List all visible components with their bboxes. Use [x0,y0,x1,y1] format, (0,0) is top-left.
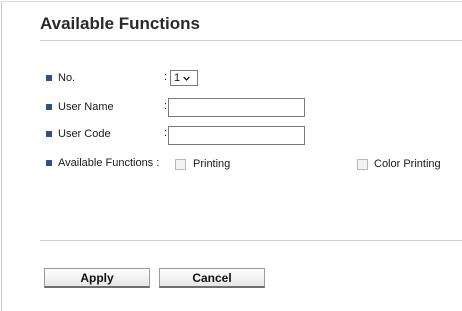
form-panel: Available Functions No. : 1 User Name : … [1,1,462,311]
user-code-row: User Code [46,124,111,144]
cancel-button[interactable]: Cancel [159,268,265,288]
page-title: Available Functions [40,14,200,33]
printing-checkbox[interactable] [175,159,186,170]
user-name-input[interactable] [168,98,305,117]
printing-label: Printing [193,158,231,170]
available-functions-label: Available Functions : [58,157,160,169]
no-colon: : [164,71,168,83]
color-printing-label: Color Printing [374,158,441,170]
chevron-down-icon [183,76,190,81]
bullet-icon [46,131,52,137]
no-label: No. [58,72,76,84]
bullet-icon [46,75,52,81]
no-select-value: 1 [174,72,181,84]
user-code-input[interactable] [168,126,305,145]
user-name-colon: : [164,100,168,112]
no-row: No. [46,68,75,88]
available-functions-row: Available Functions : [46,153,159,173]
title-divider [40,40,462,41]
user-name-label: User Name [58,101,114,113]
footer-divider [40,240,462,241]
no-select[interactable]: 1 [170,70,198,86]
apply-button[interactable]: Apply [44,268,150,288]
user-code-label: User Code [58,128,111,140]
bullet-icon [46,104,52,110]
user-code-colon: : [164,127,168,139]
user-name-row: User Name [46,97,114,117]
color-printing-checkbox[interactable] [357,159,368,170]
bullet-icon [46,160,52,166]
